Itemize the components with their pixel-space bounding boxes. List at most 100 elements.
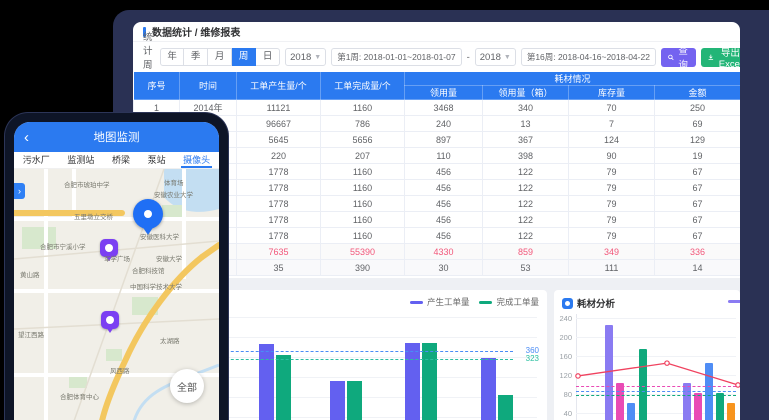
table-cell: 111 [569, 260, 655, 276]
tab-污水厂[interactable]: 污水厂 [21, 152, 52, 168]
consumable-bar[interactable] [716, 393, 724, 420]
table-cell: 129 [655, 132, 741, 148]
table-cell: 1160 [321, 196, 405, 212]
map-label: 安徽医科大学 [140, 231, 179, 241]
y-tick-label: 200 [554, 333, 572, 342]
bar-完成工单量[interactable] [498, 395, 513, 420]
col-sub-2: 领用量（箱） [483, 86, 569, 100]
year-start-value: 2018 [290, 52, 311, 63]
col-created: 工单产生量/个 [237, 72, 321, 100]
reference-line [576, 391, 736, 392]
period-option[interactable]: 日 [256, 48, 280, 66]
bar-产生工单量[interactable] [481, 358, 496, 420]
table-cell: 110 [405, 148, 483, 164]
table-cell: 67 [655, 196, 741, 212]
table-cell: 456 [405, 212, 483, 228]
table-cell: 96667 [237, 116, 321, 132]
table-cell: 1778 [237, 228, 321, 244]
bar-产生工单量[interactable] [405, 343, 420, 420]
map-label: 合肥市宁溪小学 [40, 241, 86, 251]
tab-桥梁[interactable]: 桥梁 [110, 152, 132, 168]
chart-title: 耗材分析 [577, 296, 615, 310]
table-cell: 340 [483, 100, 569, 116]
table-row[interactable]: 12014年111211160346834070250 [134, 100, 741, 116]
consumable-bar[interactable] [727, 403, 735, 420]
table-cell: 90 [569, 148, 655, 164]
export-excel-button[interactable]: 导出Excel [701, 48, 740, 67]
range-end-input[interactable]: 第16周: 2018-04-16~2018-04-22 [521, 48, 656, 66]
screenshot-root: 数据统计 / 维修报表 统计周期: 年季月周日 2018 ▼ 第1周: 2018… [0, 0, 769, 420]
range-start-input[interactable]: 第1周: 2018-01-01~2018-01-07 [331, 48, 461, 66]
legend-swatch-cut [728, 300, 740, 303]
table-cell: 69 [655, 116, 741, 132]
legend-label: 产生工单量 [427, 296, 470, 308]
y-tick-label: 160 [554, 352, 572, 361]
map-label: 合肥科技馆 [132, 265, 165, 275]
period-option[interactable]: 年 [160, 48, 184, 66]
table-cell: 336 [655, 244, 741, 260]
year-end-select[interactable]: 2018 ▼ [475, 48, 516, 66]
table-cell: 398 [483, 148, 569, 164]
year-end-value: 2018 [480, 52, 501, 63]
consumable-bar[interactable] [627, 403, 635, 420]
breadcrumb: 数据统计 / 维修报表 [133, 22, 740, 42]
table-cell: 67 [655, 164, 741, 180]
map-view[interactable]: › 全部 合肥市琥珀中学体育场安徽农业大学五里墩立交桥安徽医科大学合肥市宁溪小学… [14, 169, 219, 420]
table-cell: 897 [405, 132, 483, 148]
bar-完成工单量[interactable] [422, 343, 437, 420]
table-cell: 220 [237, 148, 321, 164]
map-label: 安徽大学 [156, 253, 182, 263]
table-cell: 1160 [321, 100, 405, 116]
search-icon [668, 53, 674, 62]
consumable-bar[interactable] [605, 325, 613, 420]
tab-监测站[interactable]: 监测站 [65, 152, 96, 168]
legend-item[interactable]: 完成工单量 [479, 296, 539, 308]
camera-marker[interactable] [101, 311, 119, 329]
map-label: 望江西路 [18, 329, 44, 339]
year-start-select[interactable]: 2018 ▼ [285, 48, 326, 66]
tab-泵站[interactable]: 泵站 [146, 152, 168, 168]
table-cell: 367 [483, 132, 569, 148]
legend-item[interactable]: 产生工单量 [410, 296, 470, 308]
col-no: 序号 [134, 72, 180, 100]
period-option[interactable]: 季 [184, 48, 208, 66]
col-group-consumables: 耗材情况 [405, 72, 741, 86]
table-cell: 240 [405, 116, 483, 132]
map-expand-button[interactable]: › [14, 183, 25, 199]
chevron-down-icon: ▼ [504, 54, 511, 61]
bar-产生工单量[interactable] [259, 344, 274, 420]
export-excel-label: 导出Excel [717, 45, 740, 70]
reference-label: 323 [526, 354, 539, 363]
table-cell: 79 [569, 228, 655, 244]
consumable-bar[interactable] [683, 383, 691, 420]
bar-产生工单量[interactable] [330, 381, 345, 420]
table-cell: 786 [321, 116, 405, 132]
map-label: 风西路 [110, 365, 130, 375]
query-button[interactable]: 查询 [661, 48, 697, 67]
reference-label: 360 [526, 346, 539, 355]
period-option[interactable]: 周 [232, 48, 256, 66]
table-header: 序号 时间 工单产生量/个 工单完成量/个 耗材情况 领用量 领用量（箱） 库存… [134, 72, 741, 100]
consumable-bar[interactable] [694, 393, 702, 420]
download-icon [708, 53, 714, 62]
period-option[interactable]: 月 [208, 48, 232, 66]
phone-screen: ‹ 地图监测 污水厂监测站桥梁泵站摄像头 [14, 122, 219, 420]
consumable-bar[interactable] [616, 383, 624, 420]
bar-完成工单量[interactable] [347, 381, 362, 420]
table-cell: 456 [405, 180, 483, 196]
selected-location-pin[interactable] [133, 199, 163, 229]
phone-header: ‹ 地图监测 [14, 122, 219, 152]
reference-line [576, 386, 736, 387]
bar-完成工单量[interactable] [276, 355, 291, 420]
table-cell: 1778 [237, 212, 321, 228]
phone-mockup: ‹ 地图监测 污水厂监测站桥梁泵站摄像头 [4, 112, 229, 420]
col-completed: 工单完成量/个 [321, 72, 405, 100]
tab-摄像头[interactable]: 摄像头 [181, 152, 212, 168]
table-cell: 122 [483, 212, 569, 228]
table-cell: 13 [483, 116, 569, 132]
consumable-bar[interactable] [639, 349, 647, 420]
chart-icon [562, 298, 573, 309]
back-icon[interactable]: ‹ [24, 130, 29, 145]
all-button[interactable]: 全部 [170, 369, 204, 403]
gridline [576, 337, 736, 338]
